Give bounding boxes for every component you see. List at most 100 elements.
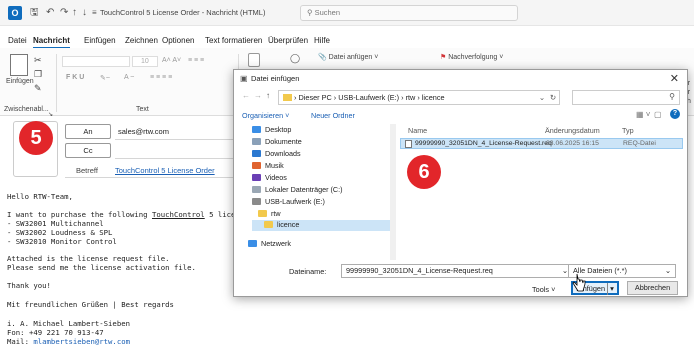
menu-einfuegen[interactable]: Einfügen	[84, 36, 116, 45]
column-type[interactable]: Typ	[622, 126, 634, 135]
close-icon[interactable]: ✕	[670, 72, 679, 85]
crumb-rtw[interactable]: rtw	[406, 93, 416, 102]
copy-icon[interactable]: ❐	[34, 69, 42, 80]
cc-underline	[115, 158, 235, 159]
menu-optionen[interactable]: Optionen	[162, 36, 194, 45]
arrow-down-icon[interactable]: ↓	[82, 6, 87, 20]
folder-icon	[283, 94, 292, 101]
body-line-1: I want to purchase the following TouchCo…	[7, 210, 257, 219]
subject-label: Betreff	[76, 166, 98, 175]
crumb-licence[interactable]: licence	[422, 93, 445, 102]
nav-documents[interactable]: Dokumente	[252, 137, 302, 146]
touchcontrol-link[interactable]: TouchControl	[152, 210, 205, 219]
grow-font-icon[interactable]: A˄ A˅	[162, 57, 181, 64]
arrow-up-icon[interactable]: ↑	[72, 6, 77, 20]
to-button[interactable]: An	[65, 124, 111, 139]
check-names-icon[interactable]: ◯	[290, 53, 300, 64]
forward-arrow-icon[interactable]: →	[254, 91, 262, 100]
drive-icon	[252, 186, 261, 193]
filename-value: 99999990_32051DN_4_License-Request.req	[346, 266, 493, 275]
view-options-icon[interactable]: ▦ ˅	[636, 110, 650, 119]
videos-icon	[252, 174, 261, 181]
attach-line-2: Please send me the license activation fi…	[7, 263, 196, 272]
window-title: TouchControl 5 License Order - Nachricht…	[100, 8, 266, 17]
tools-menu[interactable]: Tools ˅	[532, 285, 555, 294]
organize-label: Organisieren	[242, 111, 284, 120]
filename-input[interactable]: 99999990_32051DN_4_License-Request.req ⌄	[341, 264, 573, 278]
file-icon	[405, 140, 412, 148]
insert-split-arrow-icon[interactable]: ▾	[607, 283, 614, 295]
file-date: 03.06.2025 16:15	[546, 140, 599, 147]
cut-icon[interactable]: ✂	[34, 55, 42, 66]
paste-label: Einfügen	[6, 78, 34, 85]
font-name-box[interactable]	[62, 56, 130, 67]
license-item-3: - SW32010 Monitor Control	[7, 237, 117, 246]
tools-label: Tools	[532, 285, 550, 294]
file-list: Name Änderungsdatum Typ 99999990_32051DN…	[400, 124, 687, 260]
nav-documents-label: Dokumente	[265, 137, 302, 146]
dialog-app-icon: ▣	[240, 74, 248, 83]
nav-desktop[interactable]: Desktop	[252, 125, 291, 134]
column-name[interactable]: Name	[408, 126, 427, 135]
message-body[interactable]: Hello RTW-Team, I want to purchase the f…	[0, 183, 257, 346]
menu-hilfe[interactable]: Hilfe	[314, 36, 330, 45]
license-item-1: - SW32001 Multichannel	[7, 219, 104, 228]
nav-music[interactable]: Musik	[252, 161, 284, 170]
attach-file-label[interactable]: 📎 Datei anfügen ˅	[318, 53, 378, 61]
address-book-icon[interactable]	[248, 53, 260, 67]
nav-scrollbar[interactable]	[390, 124, 396, 260]
crumb-usb[interactable]: USB-Laufwerk (E:)	[338, 93, 399, 102]
to-value[interactable]: sales@rtw.com	[118, 127, 169, 136]
font-color-icon[interactable]: A ~	[124, 74, 134, 81]
filename-row: Dateiname: 99999990_32051DN_4_License-Re…	[234, 264, 687, 280]
undo-icon[interactable]: ↶	[46, 6, 54, 20]
new-folder-button[interactable]: Neuer Ordner	[311, 111, 355, 120]
paste-icon[interactable]	[10, 54, 28, 76]
customize-chevron-icon[interactable]: ≡	[92, 6, 97, 20]
up-arrow-icon[interactable]: ↑	[266, 91, 270, 100]
menu-ueberpruefen[interactable]: Überprüfen	[268, 36, 308, 45]
subject-value[interactable]: TouchControl 5 License Order	[115, 166, 215, 175]
cancel-button[interactable]: Abbrechen	[627, 281, 678, 295]
format-painter-icon[interactable]: ✎	[34, 83, 42, 94]
nav-downloads[interactable]: Downloads	[252, 149, 301, 158]
menu-datei[interactable]: Datei	[8, 36, 27, 45]
folder-search-box[interactable]: ⚲	[572, 90, 680, 105]
font-size-box[interactable]: 10	[132, 56, 158, 67]
refresh-icon[interactable]: ↻	[550, 91, 556, 104]
nav-licence[interactable]: licence	[252, 220, 390, 231]
column-date[interactable]: Änderungsdatum	[545, 126, 600, 135]
save-icon[interactable]: 🖫	[30, 6, 39, 20]
crumb-this-pc[interactable]: Dieser PC	[299, 93, 332, 102]
chevron-down-icon[interactable]: ⌄	[665, 265, 671, 277]
nav-downloads-label: Downloads	[265, 149, 301, 158]
search-placeholder: Suchen	[314, 8, 341, 17]
nav-local-disk[interactable]: Lokaler Datenträger (C:)	[252, 185, 343, 194]
cc-button[interactable]: Cc	[65, 143, 111, 158]
redo-icon[interactable]: ↷	[60, 6, 68, 20]
bold-italic-underline-icons[interactable]: F K U	[66, 74, 84, 81]
search-box[interactable]: ⚲ Suchen	[300, 5, 518, 21]
organize-menu[interactable]: Organisieren ˅	[242, 111, 289, 120]
insert-file-dialog: ▣ Datei einfügen ✕ ← → ↑ › Dieser PC › U…	[233, 69, 688, 297]
attach-file-text: Datei anfügen	[328, 54, 373, 61]
align-icons[interactable]: ≡ ≡ ≡ ≡	[150, 74, 172, 81]
nav-usb-drive[interactable]: USB-Laufwerk (E:)	[252, 197, 325, 206]
list-icons[interactable]: ≡ ≡ ≡	[188, 57, 204, 64]
preview-pane-icon[interactable]: ▢	[654, 110, 662, 119]
follow-up-label[interactable]: ⚑ Nachverfolgung ˅	[440, 53, 503, 61]
help-icon[interactable]: ?	[670, 109, 680, 119]
folder-icon	[258, 210, 267, 217]
highlight-icon[interactable]: ✎~	[100, 74, 110, 82]
nav-network[interactable]: Netzwerk	[248, 239, 291, 248]
menu-zeichnen[interactable]: Zeichnen	[125, 36, 158, 45]
back-arrow-icon[interactable]: ←	[242, 91, 250, 100]
menu-text-formatieren[interactable]: Text formatieren	[205, 36, 262, 45]
address-dropdown-icon[interactable]: ⌄	[539, 91, 545, 104]
search-icon: ⚲	[307, 8, 315, 17]
dialog-toolbar: Organisieren ˅ Neuer Ordner ▦ ˅ ▢ ?	[234, 108, 687, 124]
nav-videos[interactable]: Videos	[252, 173, 287, 182]
file-row[interactable]: 99999990_32051DN_4_License-Request.req 0…	[400, 138, 683, 149]
nav-rtw[interactable]: rtw	[258, 209, 281, 218]
address-bar[interactable]: › Dieser PC › USB-Laufwerk (E:) › rtw › …	[278, 90, 560, 105]
